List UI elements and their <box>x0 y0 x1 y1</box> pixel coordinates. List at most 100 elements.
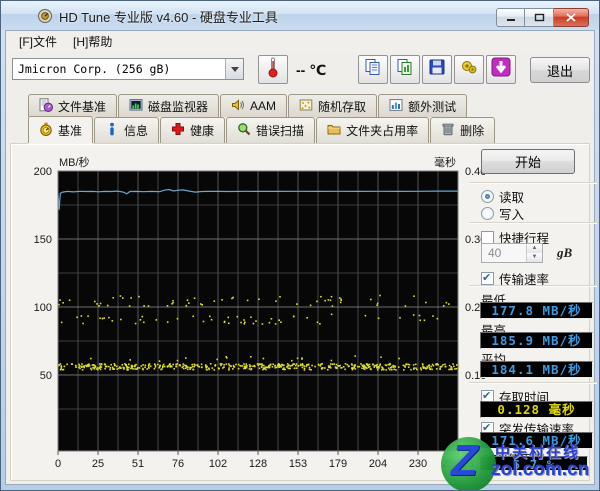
tab-label: 磁盘监视器 <box>148 99 209 114</box>
disk-monitor-icon <box>129 98 143 115</box>
svg-text:230: 230 <box>409 458 427 470</box>
svg-text:50: 50 <box>40 370 52 382</box>
tab-label: 健康 <box>190 124 215 138</box>
error-scan-icon <box>237 122 251 139</box>
tab-health[interactable]: 健康 <box>160 117 226 143</box>
window-title: HD Tune 专业版 v4.60 - 硬盘专业工具 <box>59 10 278 25</box>
options-icon <box>460 58 478 81</box>
svg-text:102: 102 <box>209 458 227 470</box>
copy-icon <box>364 58 382 81</box>
avg-value-lcd: 184.1 MB/秒 <box>480 361 593 378</box>
spinner-arrows[interactable]: ▲ ▼ <box>526 244 542 262</box>
svg-text:毫秒: 毫秒 <box>434 155 456 169</box>
download-icon <box>491 57 511 82</box>
thermometer-icon <box>267 56 279 83</box>
tab-benchmark[interactable]: 基准 <box>28 116 94 143</box>
divider <box>469 285 597 287</box>
min-value-lcd: 177.8 MB/秒 <box>480 302 593 319</box>
spinner-up-icon[interactable]: ▲ <box>527 244 542 253</box>
tab-extra-tests[interactable]: 额外测试 <box>378 94 468 117</box>
benchmark-icon <box>39 122 53 139</box>
extra-tests-icon <box>389 98 403 115</box>
tab-label: 额外测试 <box>408 99 457 114</box>
health-icon <box>171 122 185 139</box>
tab-folder-usage[interactable]: 文件夹占用率 <box>316 117 430 143</box>
svg-text:100: 100 <box>34 302 52 314</box>
write-radio[interactable] <box>481 207 494 220</box>
tab-label: 文件基准 <box>58 99 107 114</box>
transfer-rate-checkbox[interactable] <box>481 272 494 285</box>
tab-info[interactable]: 信息 <box>94 117 160 143</box>
spinner-down-icon[interactable]: ▼ <box>527 253 542 262</box>
maximize-button[interactable] <box>525 8 554 27</box>
svg-text:256gB: 256gB <box>442 458 474 470</box>
random-access-icon <box>299 98 313 115</box>
exit-button[interactable]: 退出 <box>530 57 590 83</box>
download-button[interactable] <box>486 55 516 84</box>
tab-disk-monitor[interactable]: 磁盘监视器 <box>118 94 220 117</box>
svg-text:MB/秒: MB/秒 <box>59 155 90 169</box>
read-radio[interactable] <box>481 190 494 203</box>
cpu-usage-lcd: 5.7 % <box>480 456 588 472</box>
tab-speaker[interactable]: AAM <box>220 94 288 117</box>
speaker-icon <box>231 98 245 115</box>
tab-label: 删除 <box>460 124 485 138</box>
drive-select-value: Jmicron Corp. (256 gB) <box>18 62 171 76</box>
tab-error-scan[interactable]: 错误扫描 <box>226 117 316 143</box>
tab-erase[interactable]: 删除 <box>430 117 496 143</box>
drive-select[interactable]: Jmicron Corp. (256 gB) <box>12 58 244 80</box>
menu-help[interactable]: [H]帮助 <box>65 31 120 52</box>
tab-label: AAM <box>250 99 277 113</box>
copy-image-button[interactable] <box>390 55 420 84</box>
toolbar: Jmicron Corp. (256 gB) -- ℃ 退出 <box>6 52 594 92</box>
copy-button[interactable] <box>358 55 388 84</box>
svg-text:128: 128 <box>249 458 267 470</box>
short-stroke-spinner[interactable]: 40 ▲ ▼ <box>481 243 543 263</box>
tab-row-back: 文件基准 磁盘监视器 AAM 随机存取 额外测试 <box>28 94 468 117</box>
save-button[interactable] <box>422 55 452 84</box>
benchmark-page: MB/秒 毫秒 200 150 100 50 0.40 0.30 0.20 0.10 0 25 51 76… <box>10 143 597 481</box>
svg-text:179: 179 <box>329 458 347 470</box>
svg-text:200: 200 <box>34 166 52 178</box>
max-value-lcd: 185.9 MB/秒 <box>480 332 593 349</box>
save-icon <box>428 58 446 81</box>
start-button[interactable]: 开始 <box>481 149 575 174</box>
short-stroke-value: 40 <box>488 246 502 260</box>
menu-file[interactable]: [F]文件 <box>11 31 65 52</box>
burst-rate-lcd: 171.6 MB/秒 <box>480 432 593 449</box>
menu-bar: [F]文件 [H]帮助 <box>6 31 594 52</box>
temperature-button[interactable] <box>258 55 288 84</box>
divider <box>469 382 597 384</box>
options-button[interactable] <box>454 55 484 84</box>
folder-usage-icon <box>327 122 341 139</box>
minimize-button[interactable] <box>496 8 525 27</box>
svg-text:51: 51 <box>132 458 144 470</box>
short-stroke-unit: gB <box>557 245 573 260</box>
divider <box>469 182 597 184</box>
title-bar: HD Tune 专业版 v4.60 - 硬盘专业工具 <box>1 1 599 30</box>
tab-random-access[interactable]: 随机存取 <box>288 94 378 117</box>
app-icon <box>37 8 53 24</box>
write-radio-row[interactable]: 写入 <box>481 204 524 223</box>
copy-image-icon <box>396 58 414 81</box>
client-area: [F]文件 [H]帮助 Jmicron Corp. (256 gB) -- ℃ <box>5 30 597 485</box>
svg-text:76: 76 <box>172 458 184 470</box>
svg-text:25: 25 <box>92 458 104 470</box>
close-button[interactable] <box>554 8 589 27</box>
tab-file-benchmark[interactable]: 文件基准 <box>28 94 118 117</box>
access-time-lcd: 0.128 毫秒 <box>480 401 593 418</box>
erase-icon <box>441 122 455 139</box>
svg-text:0: 0 <box>55 458 61 470</box>
tab-label: 随机存取 <box>318 99 367 114</box>
app-window: HD Tune 专业版 v4.60 - 硬盘专业工具 [F]文件 [H]帮助 J… <box>0 0 600 491</box>
benchmark-chart: MB/秒 毫秒200150100500.400.300.200.100 25 51 76… <box>34 155 487 470</box>
tab-label: 文件夹占用率 <box>346 124 419 138</box>
temperature-readout: -- ℃ <box>296 62 327 78</box>
tab-label: 信息 <box>124 124 149 138</box>
divider <box>469 222 597 224</box>
svg-text:150: 150 <box>34 234 52 246</box>
chevron-down-icon[interactable] <box>225 59 243 79</box>
tab-label: 错误扫描 <box>256 124 305 138</box>
svg-text:204: 204 <box>369 458 387 470</box>
tab-row-front: 基准 信息 健康 错误扫描 文件夹占用率 删除 <box>28 116 496 143</box>
